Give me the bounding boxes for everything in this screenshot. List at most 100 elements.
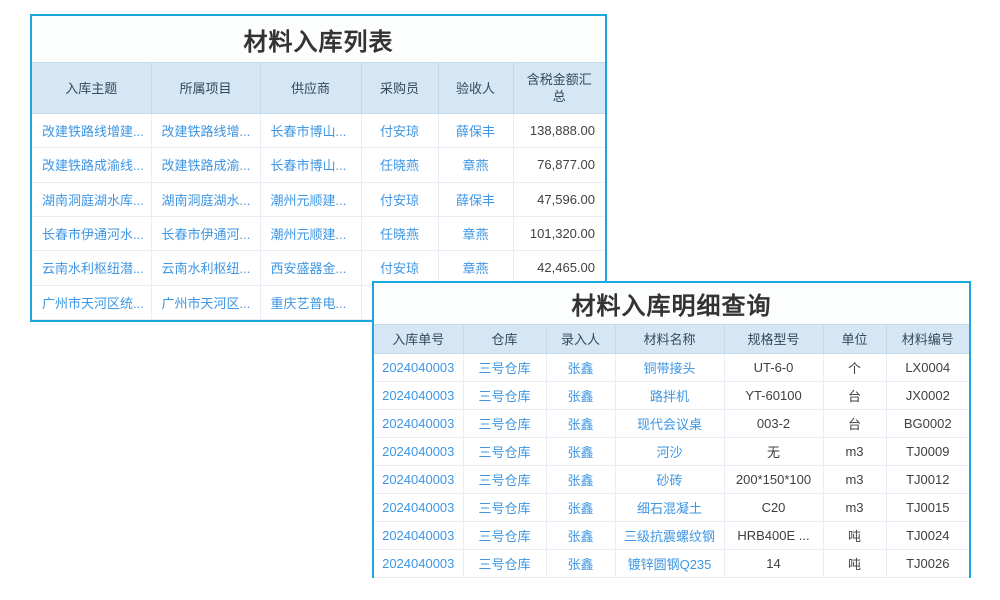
- cell-link[interactable]: 潮州元顺建...: [260, 182, 361, 216]
- cell-text: 台: [823, 382, 886, 410]
- column-header: 入库单号: [374, 325, 463, 354]
- cell-text: HRB400E ...: [724, 522, 823, 550]
- cell-link[interactable]: 现代会议桌: [615, 410, 724, 438]
- column-header: 录入人: [546, 325, 615, 354]
- table-row[interactable]: 改建铁路线增建...改建铁路线增...长春市博山...付安琼薛保丰138,888…: [32, 114, 605, 148]
- cell-link[interactable]: 任晓燕: [361, 148, 438, 182]
- table-row[interactable]: 2024040003三号仓库张鑫铜带接头UT-6-0个LX0004: [374, 354, 969, 382]
- column-header: 单位: [823, 325, 886, 354]
- column-header: 含税金额汇总: [513, 63, 605, 114]
- cell-text: BG0002: [886, 410, 969, 438]
- cell-link[interactable]: 2024040003: [374, 382, 463, 410]
- table-row[interactable]: 云南水利枢纽潜...云南水利枢纽...西安盛器金...付安琼章燕42,465.0…: [32, 251, 605, 285]
- cell-link[interactable]: 细石混凝土: [615, 494, 724, 522]
- cell-link[interactable]: 2024040003: [374, 466, 463, 494]
- cell-link[interactable]: 云南水利枢纽...: [151, 251, 260, 285]
- cell-text: 76,877.00: [513, 148, 605, 182]
- cell-text: 003-2: [724, 410, 823, 438]
- table-row[interactable]: 湖南洞庭湖水库...湖南洞庭湖水...潮州元顺建...付安琼薛保丰47,596.…: [32, 182, 605, 216]
- material-inbound-detail-table: 入库单号仓库录入人材料名称规格型号单位材料编号 2024040003三号仓库张鑫…: [374, 324, 969, 578]
- cell-link[interactable]: 西安盛器金...: [260, 251, 361, 285]
- cell-link[interactable]: 广州市天河区...: [151, 285, 260, 319]
- cell-link[interactable]: 2024040003: [374, 410, 463, 438]
- cell-link[interactable]: 广州市天河区统...: [32, 285, 151, 319]
- cell-link[interactable]: 三号仓库: [463, 466, 546, 494]
- cell-link[interactable]: 章燕: [438, 148, 513, 182]
- cell-link[interactable]: 2024040003: [374, 494, 463, 522]
- cell-link[interactable]: 章燕: [438, 216, 513, 250]
- cell-link[interactable]: 薛保丰: [438, 114, 513, 148]
- material-inbound-detail-panel: 材料入库明细查询 入库单号仓库录入人材料名称规格型号单位材料编号 2024040…: [372, 281, 971, 578]
- cell-link[interactable]: 重庆艺普电...: [260, 285, 361, 319]
- table-row[interactable]: 改建铁路成渝线...改建铁路成渝...长春市博山...任晓燕章燕76,877.0…: [32, 148, 605, 182]
- cell-text: 200*150*100: [724, 466, 823, 494]
- table-row[interactable]: 2024040003三号仓库张鑫路拌机YT-60100台JX0002: [374, 382, 969, 410]
- cell-link[interactable]: 改建铁路成渝...: [151, 148, 260, 182]
- cell-link[interactable]: 章燕: [438, 251, 513, 285]
- table-row[interactable]: 2024040003三号仓库张鑫现代会议桌003-2台BG0002: [374, 410, 969, 438]
- list-header-row: 入库主题所属项目供应商采购员验收人含税金额汇总: [32, 63, 605, 114]
- cell-link[interactable]: 镀锌圆钢Q235: [615, 550, 724, 578]
- cell-link[interactable]: 2024040003: [374, 550, 463, 578]
- cell-link[interactable]: 湖南洞庭湖水...: [151, 182, 260, 216]
- cell-link[interactable]: 三号仓库: [463, 438, 546, 466]
- cell-link[interactable]: 三号仓库: [463, 494, 546, 522]
- cell-link[interactable]: 三号仓库: [463, 550, 546, 578]
- cell-link[interactable]: 湖南洞庭湖水库...: [32, 182, 151, 216]
- cell-link[interactable]: 张鑫: [546, 354, 615, 382]
- material-inbound-list-panel: 材料入库列表 入库主题所属项目供应商采购员验收人含税金额汇总 改建铁路线增建..…: [30, 14, 607, 322]
- cell-link[interactable]: 改建铁路线增建...: [32, 114, 151, 148]
- cell-link[interactable]: 三级抗震螺纹钢: [615, 522, 724, 550]
- cell-link[interactable]: 付安琼: [361, 182, 438, 216]
- cell-text: TJ0026: [886, 550, 969, 578]
- cell-link[interactable]: 张鑫: [546, 382, 615, 410]
- cell-link[interactable]: 改建铁路成渝线...: [32, 148, 151, 182]
- cell-link[interactable]: 铜带接头: [615, 354, 724, 382]
- column-header: 供应商: [260, 63, 361, 114]
- cell-link[interactable]: 张鑫: [546, 466, 615, 494]
- cell-link[interactable]: 任晓燕: [361, 216, 438, 250]
- cell-link[interactable]: 河沙: [615, 438, 724, 466]
- cell-link[interactable]: 张鑫: [546, 522, 615, 550]
- table-row[interactable]: 长春市伊通河水...长春市伊通河...潮州元顺建...任晓燕章燕101,320.…: [32, 216, 605, 250]
- cell-text: 42,465.00: [513, 251, 605, 285]
- cell-link[interactable]: 付安琼: [361, 251, 438, 285]
- cell-link[interactable]: 付安琼: [361, 114, 438, 148]
- cell-text: TJ0012: [886, 466, 969, 494]
- table-row[interactable]: 2024040003三号仓库张鑫细石混凝土C20m3TJ0015: [374, 494, 969, 522]
- table-row[interactable]: 2024040003三号仓库张鑫三级抗震螺纹钢HRB400E ...吨TJ002…: [374, 522, 969, 550]
- column-header: 规格型号: [724, 325, 823, 354]
- cell-link[interactable]: 改建铁路线增...: [151, 114, 260, 148]
- cell-link[interactable]: 潮州元顺建...: [260, 216, 361, 250]
- cell-link[interactable]: 长春市伊通河...: [151, 216, 260, 250]
- column-header: 验收人: [438, 63, 513, 114]
- cell-text: 14: [724, 550, 823, 578]
- cell-link[interactable]: 薛保丰: [438, 182, 513, 216]
- cell-link[interactable]: 砂砖: [615, 466, 724, 494]
- cell-link[interactable]: 长春市伊通河水...: [32, 216, 151, 250]
- cell-link[interactable]: 三号仓库: [463, 522, 546, 550]
- cell-link[interactable]: 张鑫: [546, 550, 615, 578]
- cell-link[interactable]: 长春市博山...: [260, 148, 361, 182]
- cell-text: C20: [724, 494, 823, 522]
- cell-link[interactable]: 云南水利枢纽潜...: [32, 251, 151, 285]
- cell-link[interactable]: 长春市博山...: [260, 114, 361, 148]
- detail-header-row: 入库单号仓库录入人材料名称规格型号单位材料编号: [374, 325, 969, 354]
- table-row[interactable]: 2024040003三号仓库张鑫河沙无m3TJ0009: [374, 438, 969, 466]
- cell-link[interactable]: 路拌机: [615, 382, 724, 410]
- table-row[interactable]: 2024040003三号仓库张鑫镀锌圆钢Q23514吨TJ0026: [374, 550, 969, 578]
- table-row[interactable]: 2024040003三号仓库张鑫砂砖200*150*100m3TJ0012: [374, 466, 969, 494]
- cell-link[interactable]: 三号仓库: [463, 382, 546, 410]
- cell-link[interactable]: 三号仓库: [463, 410, 546, 438]
- cell-link[interactable]: 三号仓库: [463, 354, 546, 382]
- cell-link[interactable]: 2024040003: [374, 354, 463, 382]
- column-header: 材料编号: [886, 325, 969, 354]
- cell-text: TJ0015: [886, 494, 969, 522]
- cell-link[interactable]: 张鑫: [546, 494, 615, 522]
- cell-link[interactable]: 2024040003: [374, 522, 463, 550]
- cell-link[interactable]: 张鑫: [546, 410, 615, 438]
- column-header: 材料名称: [615, 325, 724, 354]
- cell-link[interactable]: 2024040003: [374, 438, 463, 466]
- cell-link[interactable]: 张鑫: [546, 438, 615, 466]
- cell-text: YT-60100: [724, 382, 823, 410]
